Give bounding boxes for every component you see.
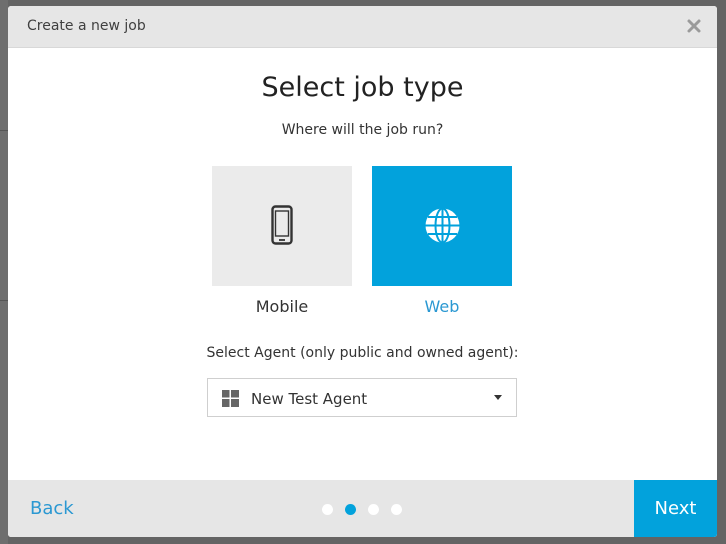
job-type-web-tile[interactable] [372,166,512,286]
backdrop-edge [0,0,8,544]
job-type-web-label[interactable]: Web [372,297,512,316]
modal-title: Create a new job [27,18,146,34]
step-dot-4 [391,504,402,515]
back-button[interactable]: Back [30,498,74,519]
chevron-down-icon [494,395,502,400]
mobile-phone-icon [271,205,293,245]
step-dot-3 [368,504,379,515]
agent-select-value: New Test Agent [251,390,368,408]
step-dot-1 [322,504,333,515]
page-subtitle: Where will the job run? [281,122,444,138]
backdrop-divider [0,130,8,131]
windows-icon [222,390,239,407]
agent-select-label: Select Agent (only public and owned agen… [206,345,519,361]
step-dot-2 [345,504,356,515]
backdrop-divider [0,300,8,301]
close-button[interactable] [684,16,704,36]
modal-header: Create a new job [8,6,717,48]
close-icon [687,19,701,33]
page-title: Select job type [261,72,464,103]
globe-icon [425,207,460,244]
job-type-mobile-label[interactable]: Mobile [212,297,352,316]
create-job-modal: Create a new job Select job type Where w… [8,6,717,537]
agent-select-dropdown[interactable]: New Test Agent [207,378,517,417]
job-type-mobile-tile[interactable] [212,166,352,286]
next-button[interactable]: Next [634,480,717,537]
modal-footer: Back Next [8,480,717,537]
